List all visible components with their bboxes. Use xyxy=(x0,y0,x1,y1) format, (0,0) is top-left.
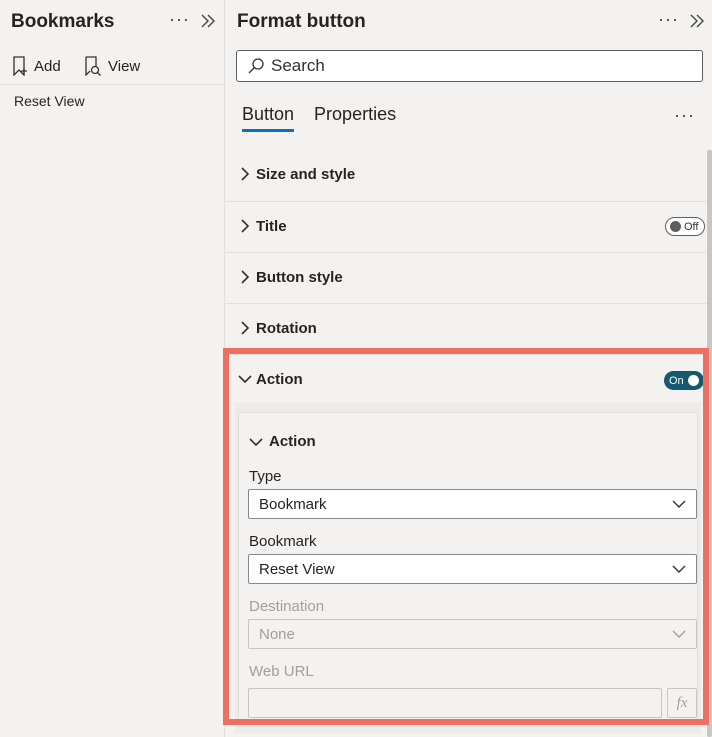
search-box xyxy=(236,50,703,82)
chevron-right-icon xyxy=(241,321,250,335)
toggle-knob xyxy=(670,221,681,232)
view-bookmark-icon xyxy=(85,56,101,76)
format-tabs: Button Properties xyxy=(242,104,396,132)
highlight-box xyxy=(223,348,709,725)
view-bookmark-button[interactable]: View xyxy=(84,54,140,78)
add-bookmark-icon xyxy=(13,56,27,76)
section-title[interactable]: Title Off xyxy=(226,201,706,252)
bookmarks-toolbar: Add View xyxy=(0,52,224,85)
bookmarks-title: Bookmarks xyxy=(11,11,115,32)
tab-button[interactable]: Button xyxy=(242,104,295,132)
format-more-options-icon[interactable]: ··· xyxy=(658,10,679,28)
collapse-format-pane-icon[interactable] xyxy=(688,12,706,30)
chevron-right-icon xyxy=(241,270,250,284)
section-size-and-style[interactable]: Size and style xyxy=(226,150,706,201)
view-bookmark-label: View xyxy=(108,57,141,75)
section-button-style[interactable]: Button style xyxy=(226,252,706,303)
search-icon xyxy=(248,58,264,74)
chevron-right-icon xyxy=(241,219,250,233)
section-rotation[interactable]: Rotation xyxy=(226,303,706,354)
search-input[interactable] xyxy=(271,56,691,76)
chevron-right-icon xyxy=(241,167,250,181)
section-label: Rotation xyxy=(256,320,317,337)
tab-properties[interactable]: Properties xyxy=(314,104,396,132)
bookmarks-more-options-icon[interactable]: ··· xyxy=(169,10,190,28)
format-pane-title: Format button xyxy=(237,11,366,32)
format-pane: Format button ··· Button Properties ··· … xyxy=(223,0,712,737)
title-toggle[interactable]: Off xyxy=(665,217,705,236)
section-label: Title xyxy=(256,218,287,235)
tabs-more-options-icon[interactable]: ··· xyxy=(674,106,695,124)
section-label: Button style xyxy=(256,269,343,286)
collapse-pane-icon[interactable] xyxy=(199,12,217,30)
bookmarks-pane: Bookmarks ··· Add View Reset View xyxy=(0,0,225,737)
bookmark-item[interactable]: Reset View xyxy=(14,93,85,109)
add-bookmark-label: Add xyxy=(34,57,61,75)
section-label: Size and style xyxy=(256,166,356,183)
add-bookmark-button[interactable]: Add xyxy=(12,54,61,78)
toggle-label: Off xyxy=(684,220,699,233)
